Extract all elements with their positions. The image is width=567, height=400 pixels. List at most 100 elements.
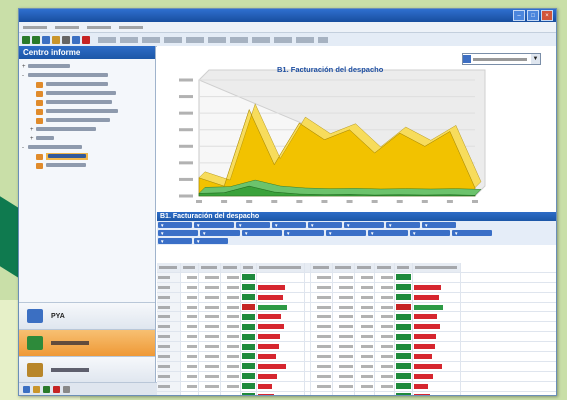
tree-item[interactable] bbox=[22, 98, 153, 107]
field-chip[interactable]: ▼ bbox=[308, 222, 342, 228]
export-icon[interactable] bbox=[72, 35, 80, 44]
x-tick-label bbox=[371, 200, 378, 203]
column-header[interactable] bbox=[241, 263, 257, 272]
home-icon[interactable] bbox=[52, 35, 60, 44]
chevron-down-icon[interactable]: ▼ bbox=[531, 54, 540, 64]
maximize-icon[interactable]: □ bbox=[527, 10, 539, 21]
field-chip[interactable]: ▼ bbox=[158, 222, 192, 228]
menu-item[interactable] bbox=[87, 25, 111, 29]
label-text bbox=[28, 73, 108, 77]
column-header[interactable] bbox=[157, 263, 181, 272]
table-row bbox=[157, 332, 556, 343]
status-indicator bbox=[396, 333, 411, 340]
forward-icon[interactable] bbox=[32, 35, 40, 44]
table-cell bbox=[199, 381, 221, 391]
column-header[interactable] bbox=[311, 263, 333, 272]
table-cell bbox=[355, 352, 375, 361]
column-header[interactable] bbox=[413, 263, 461, 272]
tree-item[interactable]: + bbox=[22, 134, 153, 143]
field-chip[interactable]: ▼ bbox=[242, 230, 282, 236]
toolbar-status-text bbox=[98, 36, 328, 43]
tree-item[interactable] bbox=[22, 89, 153, 98]
number-value bbox=[361, 285, 373, 289]
tree-item[interactable]: + bbox=[22, 125, 153, 134]
nav-button[interactable]: PYA bbox=[19, 302, 155, 329]
column-header[interactable] bbox=[181, 263, 199, 272]
table-row bbox=[157, 371, 556, 382]
tasks-icon[interactable] bbox=[43, 385, 50, 393]
label-text bbox=[46, 100, 112, 104]
menu-item[interactable] bbox=[119, 25, 143, 29]
close-icon[interactable]: × bbox=[541, 10, 553, 21]
tree-item[interactable]: - bbox=[22, 71, 153, 80]
table-cell bbox=[311, 282, 333, 292]
table-cell bbox=[395, 322, 413, 332]
field-chip[interactable]: ▼ bbox=[200, 230, 240, 236]
nav-button[interactable] bbox=[19, 329, 155, 356]
table-cell bbox=[157, 381, 181, 391]
report-icon bbox=[36, 99, 43, 106]
number-value bbox=[205, 325, 219, 329]
column-header[interactable] bbox=[375, 263, 395, 272]
column-header[interactable] bbox=[395, 263, 413, 272]
field-chip[interactable]: ▼ bbox=[272, 222, 306, 228]
tree-item[interactable]: + bbox=[22, 62, 153, 71]
table-cell bbox=[395, 312, 413, 322]
number-value bbox=[317, 315, 331, 319]
field-chip[interactable]: ▼ bbox=[284, 230, 324, 236]
print-icon[interactable] bbox=[62, 35, 70, 44]
status-indicator bbox=[396, 353, 411, 360]
field-chip[interactable]: ▼ bbox=[422, 222, 456, 228]
table-cell bbox=[333, 352, 355, 361]
field-chip[interactable]: ▼ bbox=[194, 222, 234, 228]
number-value bbox=[317, 285, 331, 289]
table-cell bbox=[333, 292, 355, 302]
mail-icon[interactable] bbox=[23, 385, 30, 393]
table-cell bbox=[199, 312, 221, 322]
notes-icon[interactable] bbox=[63, 385, 70, 393]
row-fields-row: ▼ ▼ bbox=[157, 237, 556, 245]
menu-item[interactable] bbox=[55, 25, 79, 29]
field-chip[interactable]: ▼ bbox=[386, 222, 420, 228]
number-value bbox=[339, 354, 353, 358]
field-chip[interactable]: ▼ bbox=[344, 222, 384, 228]
field-chip[interactable]: ▼ bbox=[452, 230, 492, 236]
column-header[interactable] bbox=[257, 263, 305, 272]
tree-item[interactable] bbox=[22, 161, 153, 170]
number-value bbox=[227, 354, 239, 358]
tree-item[interactable] bbox=[22, 152, 153, 161]
table-cell bbox=[311, 352, 333, 361]
menu-item[interactable] bbox=[23, 25, 47, 29]
field-chip[interactable]: ▼ bbox=[194, 238, 228, 244]
tree-item[interactable] bbox=[22, 107, 153, 116]
number-value bbox=[361, 295, 373, 299]
minimize-icon[interactable]: – bbox=[513, 10, 525, 21]
progress-bar bbox=[258, 353, 276, 359]
field-chip[interactable]: ▼ bbox=[326, 230, 366, 236]
tree-item[interactable] bbox=[22, 116, 153, 125]
table-cell bbox=[333, 391, 355, 395]
column-header[interactable] bbox=[355, 263, 375, 272]
number-value bbox=[381, 315, 393, 319]
column-header[interactable] bbox=[221, 263, 241, 272]
refresh-icon[interactable] bbox=[42, 35, 50, 44]
y-tick-label bbox=[179, 144, 193, 148]
nav-button[interactable] bbox=[19, 356, 155, 383]
help-icon[interactable] bbox=[82, 35, 90, 44]
number-value bbox=[205, 315, 219, 319]
contacts-icon[interactable] bbox=[53, 385, 60, 393]
field-chip[interactable]: ▼ bbox=[236, 222, 270, 228]
back-icon[interactable] bbox=[22, 35, 30, 44]
field-chip[interactable]: ▼ bbox=[410, 230, 450, 236]
field-chip[interactable]: ▼ bbox=[158, 238, 192, 244]
tree-item[interactable] bbox=[22, 80, 153, 89]
column-header[interactable] bbox=[333, 263, 355, 272]
field-chip[interactable]: ▼ bbox=[158, 230, 198, 236]
tree-item[interactable]: - bbox=[22, 143, 153, 152]
chart-type-select[interactable]: ▼ bbox=[462, 53, 541, 65]
column-header[interactable] bbox=[199, 263, 221, 272]
table-cell bbox=[355, 361, 375, 371]
table-row bbox=[157, 391, 556, 395]
calendar-icon[interactable] bbox=[33, 385, 40, 393]
field-chip[interactable]: ▼ bbox=[368, 230, 408, 236]
